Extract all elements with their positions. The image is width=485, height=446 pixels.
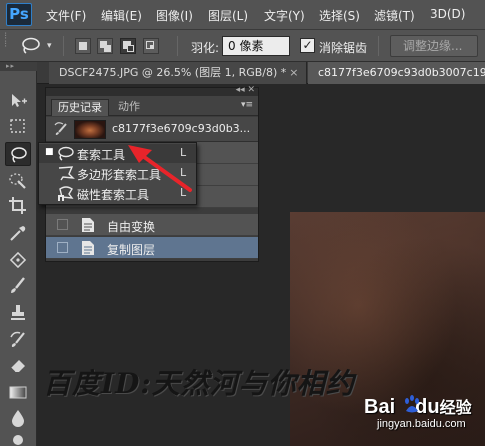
toolbox-grip[interactable]: ▸▸ — [0, 62, 37, 71]
healing-brush-tool-icon[interactable] — [5, 248, 31, 272]
document-tab-strip: DSCF2475.JPG @ 26.5% (图层 1, RGB/8) * × c8… — [37, 62, 485, 84]
crop-tool-icon[interactable] — [5, 194, 31, 218]
new-selection-button[interactable] — [75, 38, 91, 54]
watermark-url: jingyan.baidu.com — [377, 418, 466, 430]
options-divider — [177, 36, 178, 56]
current-tool-bullet-icon: ■ — [45, 147, 54, 157]
blur-tool-icon[interactable] — [5, 406, 31, 430]
brand-bai: Bai — [364, 396, 396, 418]
lasso-tool-icon[interactable] — [5, 142, 31, 166]
move-tool-icon[interactable] — [5, 89, 31, 113]
rectangular-marquee-tool-icon[interactable] — [5, 114, 31, 138]
options-bar: ⁝ ⁝ ▾ 羽化: 0 像素 ✓ 消除锯齿 调整边缘... — [0, 30, 485, 62]
flyout-item-label: 磁性套索工具 — [77, 188, 150, 202]
anti-alias-checkbox[interactable]: ✓ — [300, 38, 315, 53]
author-watermark: 百度ID:天然河与你相约 — [43, 367, 355, 400]
clone-stamp-tool-icon[interactable] — [5, 301, 31, 325]
brush-tool-icon[interactable] — [5, 274, 31, 298]
add-to-selection-button[interactable] — [97, 38, 113, 54]
menu-image[interactable]: 图像(I) — [156, 7, 193, 23]
flyout-shortcut: L — [180, 186, 187, 199]
history-item[interactable]: 自由变换 — [46, 214, 258, 236]
intersect-selection-button[interactable] — [143, 38, 159, 54]
document-tab-c8177f3e[interactable]: c8177f3e6709c93d0b3007c198 — [308, 62, 485, 84]
snapshot-thumbnail — [74, 120, 106, 139]
feather-input[interactable]: 0 像素 — [222, 36, 290, 56]
panel-menu-icon[interactable]: ▾≡ — [241, 100, 253, 110]
document-tab-label: DSCF2475.JPG @ 26.5% (图层 1, RGB/8) * — [59, 66, 287, 79]
eyedropper-tool-icon[interactable] — [5, 221, 31, 245]
options-divider — [378, 36, 379, 56]
document-tab-label: c8177f3e6709c93d0b3007c198 — [318, 66, 485, 79]
menu-select[interactable]: 选择(S) — [319, 7, 360, 23]
baidu-paw-icon — [403, 395, 421, 418]
menu-file[interactable]: 文件(F) — [46, 7, 86, 23]
menu-layer[interactable]: 图层(L) — [208, 7, 248, 23]
subtract-from-selection-button[interactable] — [120, 38, 136, 54]
close-tab-icon[interactable]: × — [289, 66, 298, 79]
tab-actions[interactable]: 动作 — [112, 99, 146, 116]
dodge-tool-icon[interactable] — [5, 430, 31, 446]
polygonal-lasso-icon — [57, 165, 75, 185]
history-item-label: 自由变换 — [107, 220, 156, 234]
history-brush-tool-icon[interactable] — [5, 327, 31, 351]
photoshop-logo[interactable]: Ps — [6, 3, 32, 26]
flyout-polygonal-lasso-tool[interactable]: 多边形套索工具 L — [39, 164, 196, 183]
tab-history[interactable]: 历史记录 — [51, 99, 109, 116]
collapse-panel-icon[interactable]: ◂◂ ✕ — [236, 85, 255, 95]
flyout-magnetic-lasso-tool[interactable]: 磁性套索工具 L — [39, 184, 196, 203]
flyout-item-label: 套索工具 — [77, 148, 126, 162]
menu-bar: Ps 文件(F) 编辑(E) 图像(I) 图层(L) 文字(Y) 选择(S) 滤… — [0, 0, 485, 30]
menu-3d[interactable]: 3D(D) — [430, 7, 465, 23]
lasso-icon — [57, 145, 75, 165]
magnetic-lasso-icon — [57, 185, 75, 205]
brand-jingyan: 经验 — [439, 400, 472, 417]
history-brush-source-icon[interactable] — [53, 122, 69, 139]
history-item-label: 复制图层 — [107, 243, 156, 257]
history-item-selected[interactable]: 复制图层 — [46, 237, 258, 259]
menu-filter[interactable]: 滤镜(T) — [374, 7, 415, 23]
snapshot-name: c8177f3e6709c93d0b3... — [112, 122, 251, 135]
eraser-tool-icon[interactable] — [5, 353, 31, 377]
quick-selection-tool-icon[interactable] — [5, 168, 31, 192]
history-snapshot[interactable]: c8177f3e6709c93d0b3... — [46, 117, 258, 142]
toolbox: ▸▸ — [0, 62, 37, 446]
flyout-item-label: 多边形套索工具 — [77, 168, 162, 182]
options-divider — [63, 36, 64, 56]
history-state-icon — [81, 240, 95, 259]
lasso-tool-flyout: ■ 套索工具 L 多边形套索工具 L 磁性套索工具 L — [38, 142, 197, 205]
flyout-lasso-tool[interactable]: ■ 套索工具 L — [39, 144, 196, 163]
menu-type[interactable]: 文字(Y) — [264, 7, 305, 23]
history-brush-source-checkbox[interactable] — [57, 242, 68, 253]
flyout-shortcut: L — [180, 166, 187, 179]
flyout-shortcut: L — [180, 146, 187, 159]
tool-preset-dropdown-icon[interactable]: ▾ — [47, 41, 52, 51]
refine-edge-button[interactable]: 调整边缘... — [390, 35, 478, 57]
menu-edit[interactable]: 编辑(E) — [101, 7, 142, 23]
anti-alias-label: 消除锯齿 — [319, 41, 368, 55]
options-grip-icon: ⁝ ⁝ — [4, 31, 8, 50]
panel-tab-bar: 历史记录 动作 ▾≡ — [46, 96, 258, 116]
document-tab-dscf2475[interactable]: DSCF2475.JPG @ 26.5% (图层 1, RGB/8) * × — [49, 62, 307, 84]
lasso-icon[interactable] — [20, 36, 42, 59]
history-brush-source-checkbox[interactable] — [57, 219, 68, 230]
history-state-icon — [81, 217, 95, 236]
feather-label: 羽化: — [191, 41, 220, 55]
panel-topbar[interactable]: ◂◂ ✕ — [46, 85, 258, 96]
gradient-tool-icon[interactable] — [5, 380, 31, 404]
